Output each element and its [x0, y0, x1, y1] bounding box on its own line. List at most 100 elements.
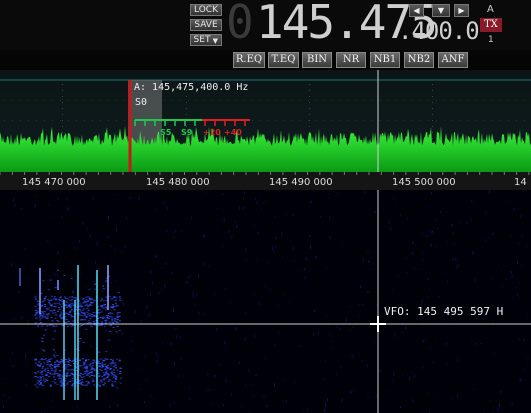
signal-pixel — [108, 313, 111, 315]
signal-pixel — [85, 384, 88, 386]
nr-button[interactable]: NR — [336, 52, 366, 68]
tune-left-button[interactable]: ◀ — [409, 4, 424, 17]
signal-pixel — [65, 375, 68, 377]
grid-dot — [524, 100, 525, 101]
signal-pixel — [50, 358, 53, 360]
signal-pixel — [85, 370, 88, 371]
grid-dot — [68, 120, 69, 121]
signal-pixel — [68, 360, 71, 361]
signal-pixel — [113, 319, 116, 321]
noise-pixel — [526, 362, 528, 364]
tune-right-button[interactable]: ▶ — [454, 4, 469, 17]
lock-button[interactable]: LOCK — [190, 4, 222, 16]
noise-pixel — [402, 221, 404, 224]
noise-pixel — [139, 388, 141, 391]
noise-pixel — [122, 302, 124, 306]
signal-pixel — [46, 318, 49, 319]
signal-pixel — [80, 379, 83, 381]
signal-pixel — [91, 378, 94, 380]
noise-pixel — [178, 374, 179, 378]
frequency-sub[interactable]: .400.0 — [398, 17, 480, 45]
grid-dot — [444, 120, 445, 121]
noise-pixel — [251, 383, 253, 385]
noise-pixel — [82, 221, 84, 225]
noise-pixel — [234, 220, 236, 223]
noise-pixel — [278, 305, 279, 307]
nb2-button[interactable]: NB2 — [404, 52, 434, 68]
nb1-button[interactable]: NB1 — [370, 52, 400, 68]
waterfall-display[interactable]: VFO: 145 495 597 H — [0, 190, 531, 413]
signal-pixel — [70, 277, 73, 279]
noise-pixel — [71, 262, 73, 264]
noise-pixel — [79, 342, 81, 345]
signal-pixel — [83, 308, 86, 310]
signal-pixel — [67, 370, 70, 372]
signal-pixel — [54, 368, 57, 370]
signal-pixel — [90, 297, 93, 299]
signal-pixel — [53, 330, 56, 332]
chevron-right-icon: ▶ — [458, 6, 465, 15]
signal-pixel — [75, 361, 78, 362]
signal-pixel — [83, 362, 86, 364]
signal-pixel — [110, 305, 113, 307]
signal-pixel — [57, 321, 60, 322]
spectrum-graph[interactable] — [0, 70, 531, 172]
anf-button[interactable]: ANF — [438, 52, 468, 68]
noise-pixel — [57, 198, 59, 200]
signal-pixel — [52, 312, 54, 314]
signal-pixel — [43, 316, 46, 318]
teq-button[interactable]: T.EQ — [268, 52, 299, 68]
signal-pixel — [69, 381, 72, 383]
signal-pixel — [53, 306, 56, 307]
waterfall-graph[interactable] — [0, 190, 531, 413]
dsp-button-row: R.EQ T.EQ BIN NR NB1 NB2 ANF — [0, 50, 531, 70]
grid-dot — [508, 100, 509, 101]
spectrum-display[interactable]: A: 145,475,400.0 Hz S0 S5 S9 +20 +40 — [0, 70, 531, 172]
grid-dot — [468, 100, 469, 101]
signal-pixel — [52, 309, 55, 311]
grid-dot — [62, 120, 63, 121]
bin-button[interactable]: BIN — [302, 52, 332, 68]
signal-pixel — [48, 324, 51, 326]
signal-pixel — [79, 303, 82, 305]
grid-dot — [92, 100, 93, 101]
noise-pixel — [517, 241, 519, 244]
noise-pixel — [2, 405, 4, 409]
noise-pixel — [310, 245, 311, 249]
noise-pixel — [115, 279, 117, 282]
grid-dot — [292, 100, 293, 101]
signal-pixel — [45, 373, 48, 375]
grid-dot — [476, 120, 477, 121]
save-button[interactable]: SAVE — [190, 19, 222, 31]
signal-pixel — [54, 317, 57, 319]
grid-dot — [62, 96, 63, 97]
signal-pixel — [102, 379, 105, 381]
signal-pixel — [87, 359, 90, 361]
noise-pixel — [244, 337, 246, 341]
set-button[interactable]: SET ▼ — [190, 34, 222, 46]
tx-button[interactable]: TX — [480, 18, 502, 32]
signal-pixel — [37, 371, 40, 373]
signal-pixel — [36, 300, 39, 302]
noise-pixel — [83, 283, 85, 285]
noise-pixel — [390, 227, 392, 230]
noise-pixel — [224, 288, 226, 289]
grid-dot — [309, 126, 310, 127]
frequency-scale[interactable]: 145 470 000 145 480 000 145 490 000 145 … — [0, 172, 531, 190]
req-button[interactable]: R.EQ — [233, 52, 265, 68]
signal-pixel — [102, 300, 105, 302]
noise-pixel — [291, 281, 293, 283]
tune-menu-button[interactable]: ▼ — [432, 4, 450, 17]
noise-pixel — [359, 303, 360, 305]
noise-pixel — [362, 259, 364, 262]
signal-pixel — [58, 299, 61, 301]
signal-pixel — [115, 296, 118, 298]
noise-pixel — [117, 404, 119, 407]
signal-pixel — [39, 319, 42, 321]
noise-pixel — [510, 235, 512, 237]
signal-pixel — [78, 308, 81, 310]
noise-pixel — [295, 382, 297, 384]
noise-pixel — [292, 213, 294, 216]
noise-pixel — [2, 378, 3, 380]
grid-dot — [186, 108, 187, 109]
